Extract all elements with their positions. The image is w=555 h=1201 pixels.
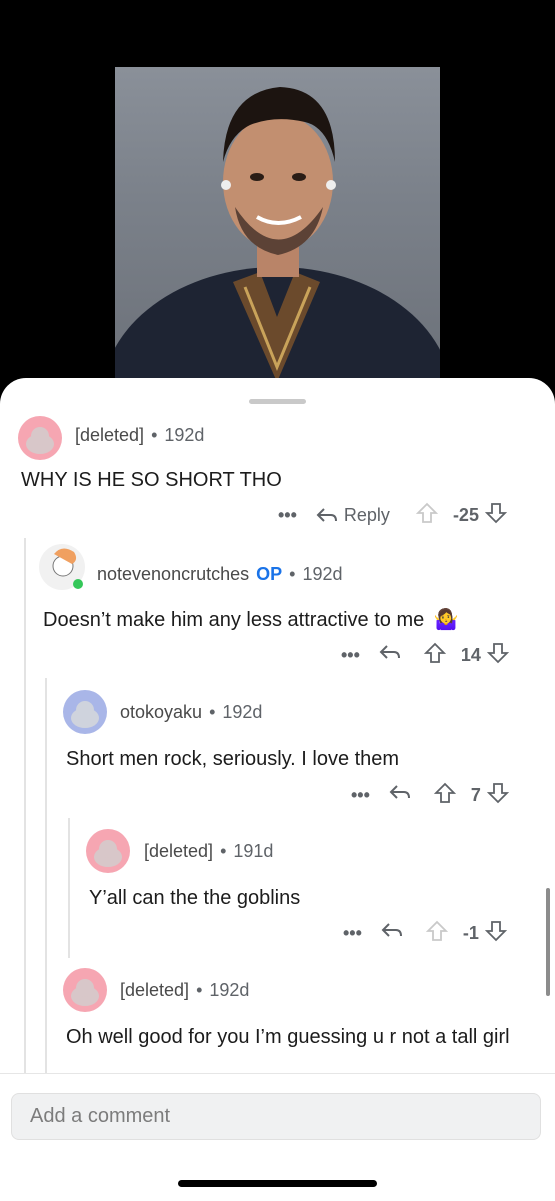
vote-count: 7 bbox=[470, 785, 481, 805]
media-area bbox=[0, 0, 555, 400]
comment-actions: ••• 14 bbox=[341, 642, 510, 669]
meta-separator: • bbox=[196, 980, 203, 1000]
comment-age: 192d bbox=[209, 980, 250, 1000]
meta-separator: • bbox=[151, 425, 158, 445]
comment-body: Oh well good for you I’m guessing u r no… bbox=[66, 1026, 510, 1048]
comment-author[interactable]: [deleted] bbox=[75, 425, 144, 446]
reply-icon[interactable] bbox=[380, 921, 404, 946]
downvote-icon[interactable] bbox=[484, 920, 508, 947]
comment-author[interactable]: notevenoncrutches bbox=[97, 564, 249, 585]
downvote-icon[interactable] bbox=[486, 642, 510, 669]
reply-icon[interactable] bbox=[388, 783, 412, 808]
comment-composer: Add a comment bbox=[0, 1073, 555, 1201]
comment-body: Short men rock, seriously. I love them bbox=[66, 748, 400, 770]
comment-body: WHY IS HE SO SHORT THO bbox=[21, 469, 282, 491]
avatar[interactable] bbox=[63, 690, 107, 734]
reply-label: Reply bbox=[343, 505, 390, 525]
comment-meta: [deleted] • 191d bbox=[144, 841, 273, 862]
more-options-icon[interactable]: ••• bbox=[351, 785, 370, 806]
vote-count: -1 bbox=[462, 923, 479, 943]
meta-separator: • bbox=[220, 841, 227, 861]
comment-body: Y’all can the the goblins bbox=[89, 887, 301, 909]
scrollbar[interactable] bbox=[546, 888, 550, 996]
vote-count: 14 bbox=[460, 645, 481, 665]
comment-age: 192d bbox=[222, 702, 263, 722]
comment-actions: ••• 7 bbox=[351, 782, 510, 809]
comment-age: 192d bbox=[302, 564, 343, 584]
avatar[interactable] bbox=[39, 544, 85, 590]
upvote-icon[interactable] bbox=[415, 502, 439, 529]
comment-meta: notevenoncrutches OP • 192d bbox=[97, 564, 342, 585]
comment-actions: ••• -1 bbox=[343, 920, 508, 947]
comment-meta: otokoyaku • 192d bbox=[120, 702, 262, 723]
reply-icon bbox=[316, 507, 337, 522]
comment-author[interactable]: otokoyaku bbox=[120, 702, 202, 723]
meta-separator: • bbox=[289, 564, 296, 584]
upvote-icon[interactable] bbox=[423, 642, 447, 669]
downvote-icon[interactable] bbox=[486, 782, 510, 809]
emoji: 🤷‍♀️ bbox=[433, 609, 459, 631]
reply-button[interactable]: Reply bbox=[315, 505, 390, 526]
thread-line[interactable] bbox=[68, 818, 70, 958]
avatar[interactable] bbox=[18, 416, 62, 460]
upvote-icon[interactable] bbox=[425, 920, 449, 947]
more-options-icon[interactable]: ••• bbox=[341, 645, 360, 666]
comment-author[interactable]: [deleted] bbox=[120, 980, 189, 1001]
comment-age: 192d bbox=[164, 425, 205, 445]
drag-handle[interactable] bbox=[249, 399, 306, 404]
avatar[interactable] bbox=[63, 968, 107, 1012]
more-options-icon[interactable]: ••• bbox=[343, 923, 362, 944]
avatar[interactable] bbox=[86, 829, 130, 873]
reply-icon[interactable] bbox=[378, 643, 402, 668]
comment-meta: [deleted] • 192d bbox=[75, 425, 204, 446]
comment-text: Doesn’t make him any less attractive to … bbox=[43, 609, 425, 631]
more-options-icon[interactable]: ••• bbox=[278, 505, 297, 526]
upvote-icon[interactable] bbox=[433, 782, 457, 809]
op-badge: OP bbox=[256, 564, 283, 584]
comment-age: 191d bbox=[233, 841, 274, 861]
comment-actions: ••• Reply -25 bbox=[278, 502, 508, 529]
meta-separator: • bbox=[209, 702, 216, 722]
vote-count: -25 bbox=[452, 505, 479, 525]
add-comment-input[interactable]: Add a comment bbox=[11, 1093, 541, 1140]
comment-meta: [deleted] • 192d bbox=[120, 980, 249, 1001]
comment-body: Doesn’t make him any less attractive to … bbox=[43, 608, 459, 633]
home-indicator[interactable] bbox=[178, 1180, 377, 1187]
post-image[interactable] bbox=[115, 67, 440, 392]
comment-author[interactable]: [deleted] bbox=[144, 841, 213, 862]
downvote-icon[interactable] bbox=[484, 502, 508, 529]
